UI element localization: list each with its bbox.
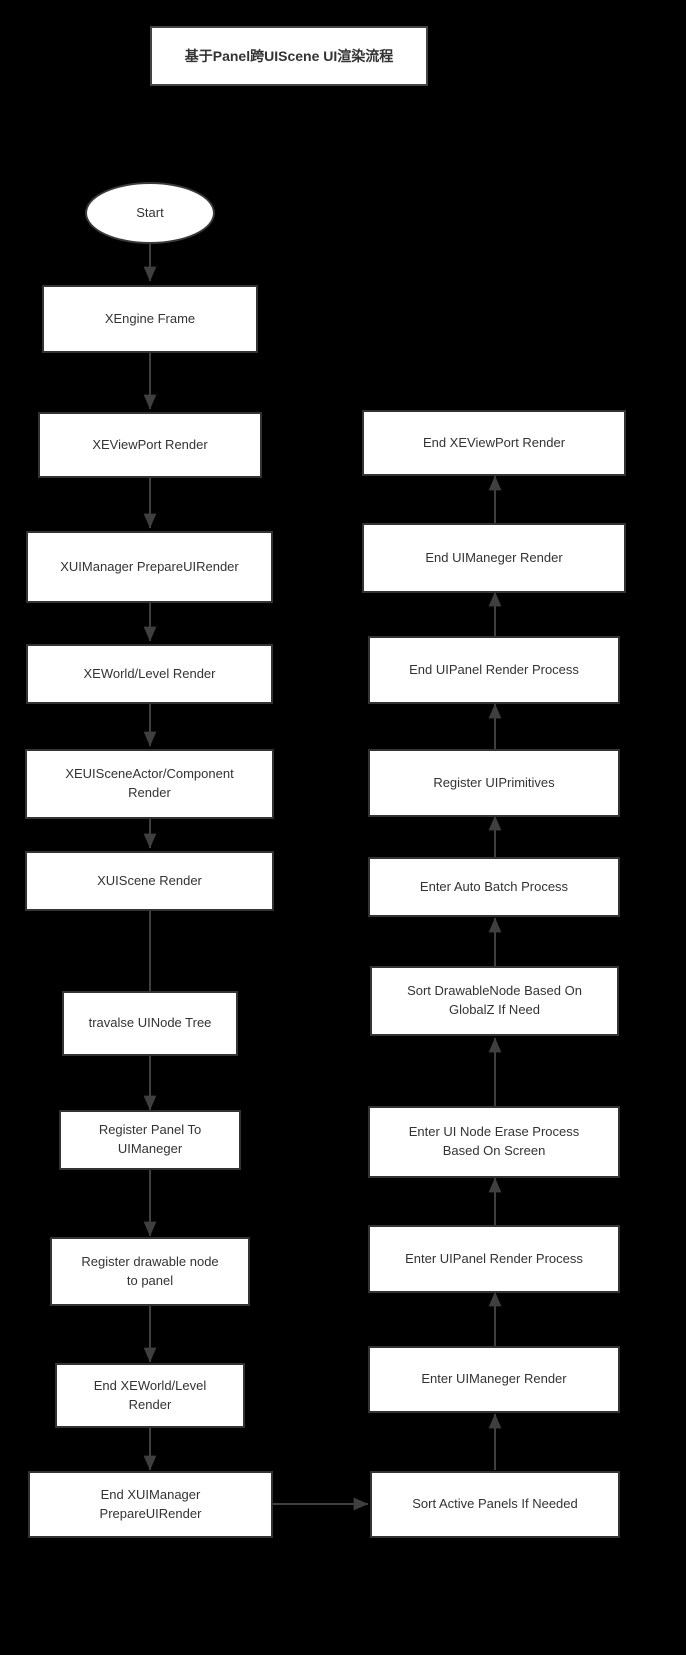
node-sort-drawablenode-globalz[interactable]: Sort DrawableNode Based On GlobalZ If Ne… xyxy=(370,966,619,1036)
node-enter-uimaneger-render[interactable]: Enter UIManeger Render xyxy=(368,1346,620,1413)
node-register-uiprimitives-label: Register UIPrimitives xyxy=(433,774,555,790)
node-xuimanager-prepareuirender-label: XUIManager PrepareUIRender xyxy=(60,558,239,574)
node-xeworld-level-render[interactable]: XEWorld/Level Render xyxy=(26,644,273,704)
node-end-xeworld-level-render[interactable]: End XEWorld/Level Render xyxy=(55,1363,245,1428)
node-end-uipanel-render-process-label: End UIPanel Render Process xyxy=(409,661,579,677)
node-sort-active-panels-if-needed-label: Sort Active Panels If Needed xyxy=(412,1496,578,1512)
node-travalse-uinode-tree-label: travalse UINode Tree xyxy=(88,1015,212,1031)
node-end-xuimanager-prepareuirender[interactable]: End XUIManager PrepareUIRender xyxy=(28,1471,273,1538)
node-xengine-frame[interactable]: XEngine Frame xyxy=(42,285,258,353)
node-xeworld-level-render-label: XEWorld/Level Render xyxy=(83,665,216,681)
node-sort-drawablenode-globalz-label: Sort DrawableNode Based On GlobalZ If Ne… xyxy=(407,983,582,1017)
node-end-uipanel-render-process[interactable]: End UIPanel Render Process xyxy=(368,636,620,704)
node-start-label: Start xyxy=(136,204,164,220)
node-end-xeworld-level-render-label: End XEWorld/Level Render xyxy=(93,1377,207,1412)
node-register-drawable-node-to-panel-label: Register drawable node to panel xyxy=(81,1253,219,1288)
node-xeuisceneactor-component-render-label: XEUISceneActor/Component Render xyxy=(65,766,234,800)
node-register-panel-to-uimaneger[interactable]: Register Panel To UIManeger xyxy=(59,1110,241,1170)
node-travalse-uinode-tree[interactable]: travalse UINode Tree xyxy=(62,991,238,1056)
node-xengine-frame-label: XEngine Frame xyxy=(104,310,196,326)
node-end-uimaneger-render[interactable]: End UIManeger Render xyxy=(362,523,626,593)
node-end-xeviewport-render-label: End XEViewPort Render xyxy=(422,434,566,450)
node-register-uiprimitives[interactable]: Register UIPrimitives xyxy=(368,749,620,817)
node-xeviewport-render[interactable]: XEViewPort Render xyxy=(38,412,262,478)
node-enter-ui-node-erase-process-label: Enter UI Node Erase Process Based On Scr… xyxy=(408,1124,580,1158)
node-xuiscene-render-label: XUIScene Render xyxy=(97,872,202,888)
node-register-drawable-node-to-panel[interactable]: Register drawable node to panel xyxy=(50,1237,250,1306)
node-end-uimaneger-render-label: End UIManeger Render xyxy=(425,549,563,565)
node-enter-uipanel-render-process[interactable]: Enter UIPanel Render Process xyxy=(368,1225,620,1293)
node-xuimanager-prepareuirender[interactable]: XUIManager PrepareUIRender xyxy=(26,531,273,603)
flowchart-canvas: 基于Panel跨UIScene UI渲染流程 Start XEngine Fra… xyxy=(0,0,686,1655)
node-enter-uipanel-render-process-label: Enter UIPanel Render Process xyxy=(405,1250,583,1266)
node-end-xeviewport-render[interactable]: End XEViewPort Render xyxy=(362,410,626,476)
node-start[interactable]: Start xyxy=(85,182,215,244)
node-register-panel-to-uimaneger-label: Register Panel To UIManeger xyxy=(98,1122,202,1156)
node-xeviewport-render-label: XEViewPort Render xyxy=(92,436,208,452)
node-enter-auto-batch-process[interactable]: Enter Auto Batch Process xyxy=(368,857,620,917)
node-enter-ui-node-erase-process[interactable]: Enter UI Node Erase Process Based On Scr… xyxy=(368,1106,620,1178)
node-xuiscene-render[interactable]: XUIScene Render xyxy=(25,851,274,911)
node-enter-uimaneger-render-label: Enter UIManeger Render xyxy=(421,1371,567,1387)
node-end-xuimanager-prepareuirender-label: End XUIManager PrepareUIRender xyxy=(99,1486,202,1521)
page-title: 基于Panel跨UIScene UI渲染流程 xyxy=(184,47,394,64)
node-enter-auto-batch-process-label: Enter Auto Batch Process xyxy=(419,878,569,894)
node-sort-active-panels-if-needed[interactable]: Sort Active Panels If Needed xyxy=(370,1471,620,1538)
diagram-title-box: 基于Panel跨UIScene UI渲染流程 xyxy=(150,26,428,86)
node-xeuisceneactor-component-render[interactable]: XEUISceneActor/Component Render xyxy=(25,749,274,819)
